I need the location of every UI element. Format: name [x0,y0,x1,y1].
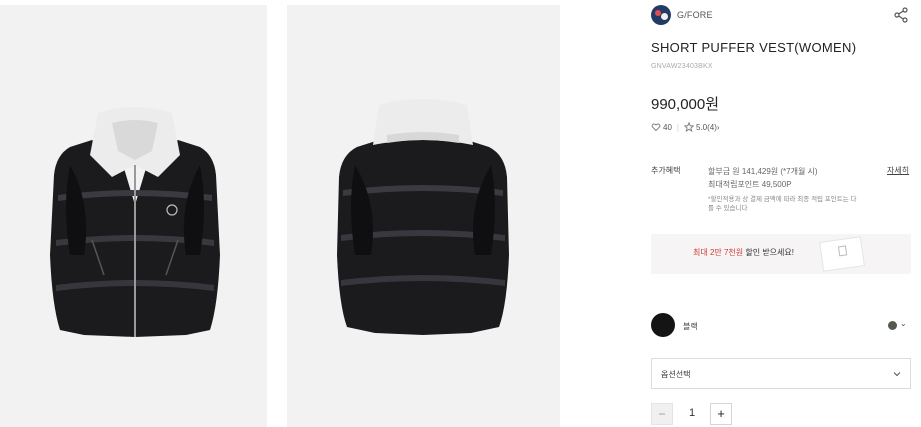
product-code: GNVAW23403BKX [651,63,713,70]
product-title: SHORT PUFFER VEST(WOMEN) [651,40,857,55]
banner-text: 최대 2만 7천원 할인 받으세요! [693,247,794,258]
discount-banner[interactable]: 최대 2만 7천원 할인 받으세요! [651,234,911,274]
vest-back-illustration [337,99,509,335]
reviews-arrow-icon[interactable]: › [717,123,720,132]
points-info: 최대적립포인트 49,500P [708,180,792,189]
brand-row: G/FORE [651,5,913,25]
banner-suffix: 할인 받으세요! [743,248,794,257]
points-note: *할인적용과 상 결제 금액에 따라 최종 적립 포인트는 다를 수 있습니다 [708,196,857,212]
benefit-lines: 할부금 원 141,429원 (*7개월 시) 최대적립포인트 49,500P [708,165,818,191]
product-image-back[interactable] [287,5,560,427]
rating-value: 5.0 [695,122,708,132]
option-select-label: 옵션선택 [661,370,691,379]
benefit-label: 추가혜택 [651,166,681,175]
product-price: 990,000원 [651,96,720,113]
meta-divider: | [676,122,679,132]
share-icon[interactable] [893,7,909,23]
meta-row: 40 | 5.0 (4) › [651,122,720,132]
color-name: 블랙 [683,322,698,331]
heart-icon[interactable] [651,122,661,132]
brand-name[interactable]: G/FORE [677,10,713,20]
quantity-increase-button[interactable]: + [710,403,732,425]
chevron-down-icon [893,372,901,377]
vest-front-illustration [50,107,220,337]
quantity-decrease-button[interactable]: − [651,403,673,425]
color-row: 블랙 ⌄ [651,313,913,339]
review-count[interactable]: (4) [707,123,717,132]
brand-logo-icon[interactable] [651,5,671,25]
installment-info: 할부금 원 141,429원 (*7개월 시) [708,167,818,176]
product-image-front[interactable] [0,5,267,427]
banner-highlight: 최대 2만 7천원 [693,248,744,257]
color-swatch[interactable] [651,313,675,337]
color-dropdown-swatch[interactable] [888,321,897,330]
coupon-card-icon [819,236,865,272]
star-icon [683,122,694,132]
like-count: 40 [663,122,672,132]
option-select[interactable]: 옵션선택 [651,358,911,389]
quantity-value: 1 [688,407,696,419]
product-info-panel: G/FORE SHORT PUFFER VEST(WOMEN) GNVAW234… [651,0,921,427]
detail-link[interactable]: 자세히 [887,165,909,176]
chevron-down-icon[interactable]: ⌄ [900,319,907,328]
